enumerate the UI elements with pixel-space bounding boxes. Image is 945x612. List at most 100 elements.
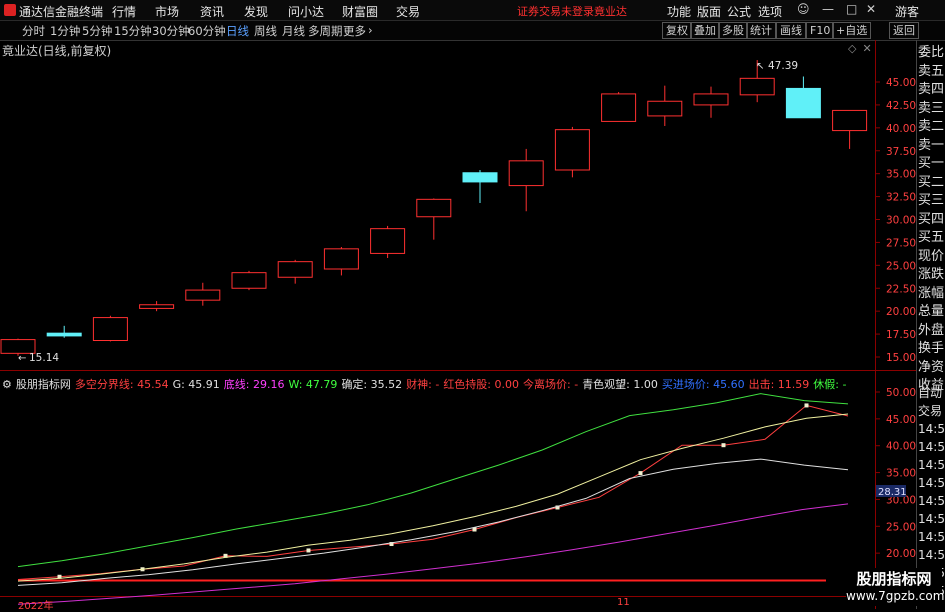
trade-sidebar-item[interactable]: 14:56 xyxy=(918,546,945,564)
sidebar-item[interactable]: 外盘 xyxy=(918,322,945,341)
sidebar-item[interactable]: 卖五 xyxy=(918,63,945,82)
trade-sidebar-item[interactable]: 交易 xyxy=(918,402,945,420)
watermark-line2: www.7gpzb.com xyxy=(846,589,945,603)
trade-sidebar-item[interactable]: 14:56 xyxy=(918,456,945,474)
candle-body[interactable] xyxy=(231,272,267,289)
series-line xyxy=(17,404,849,580)
sidebar-item[interactable]: 买五 xyxy=(918,229,945,248)
series-line xyxy=(17,503,849,605)
indicator-value: 青色观望: 1.00 xyxy=(582,378,658,391)
candle-body[interactable] xyxy=(139,304,175,309)
candle-body[interactable] xyxy=(185,289,221,301)
series-line xyxy=(17,458,849,586)
sidebar-item[interactable]: 卖四 xyxy=(918,81,945,100)
sidebar-item[interactable]: 委比 xyxy=(918,44,945,63)
month-label: 11 xyxy=(617,597,630,608)
trade-sidebar-item[interactable]: 自动 xyxy=(918,384,945,402)
indicator-value: 休假: - xyxy=(813,378,847,391)
high-arrow-icon: ↖ xyxy=(756,61,764,72)
price-tick-label: 40.00 xyxy=(886,123,916,135)
candle-body[interactable] xyxy=(323,248,359,270)
series-marker xyxy=(721,443,726,448)
series-marker xyxy=(638,471,643,476)
indicator-value: 出击: 11.59 xyxy=(748,378,810,391)
candle-body[interactable] xyxy=(832,109,868,132)
series-marker xyxy=(306,548,311,553)
sidebar-item[interactable]: 换手 xyxy=(918,340,945,359)
price-tick-label: 15.00 xyxy=(886,352,916,364)
indicator-series xyxy=(17,393,849,605)
candle-body[interactable] xyxy=(693,93,729,106)
watermark-line1: 股朋指标网 xyxy=(856,570,932,588)
ind-tick-label: 50.00 xyxy=(886,387,916,399)
candle-body[interactable] xyxy=(46,332,82,337)
price-tick-label: 17.50 xyxy=(886,329,916,341)
price-tick-label: 42.50 xyxy=(886,100,916,112)
sidebar-item[interactable]: 现价 xyxy=(918,248,945,267)
candle-body[interactable] xyxy=(554,129,590,171)
low-price-label: 15.14 xyxy=(29,352,59,364)
kline-chart[interactable]: 45.00 42.50 40.00 37.50 35.00 32.50 30.00 27.50… xyxy=(0,0,945,609)
price-axis: 45.00 42.50 40.00 37.50 35.00 32.50 30.00 27.50… xyxy=(875,77,916,364)
sidebar-item[interactable]: 涨跌 xyxy=(918,266,945,285)
candle-body[interactable] xyxy=(416,198,452,218)
sidebar-item[interactable]: 买四 xyxy=(918,211,945,230)
indicator-title: ⚙ 股朋指标网 多空分界线: 45.54 G: 45.91 底线: 29.16 W: 47… xyxy=(2,376,854,392)
indicator-value: 今离场价: - xyxy=(523,378,579,391)
trade-sidebar-item[interactable]: 14:56 xyxy=(918,438,945,456)
indicator-value: W: 47.79 xyxy=(288,378,338,391)
series-line xyxy=(17,413,849,582)
sidebar-item[interactable]: 买一 xyxy=(918,155,945,174)
sidebar-item[interactable]: 净资 xyxy=(918,359,945,378)
price-tick-label: 35.00 xyxy=(886,169,916,181)
candle-body[interactable] xyxy=(370,228,406,254)
indicator-value: 多空分界线: 45.54 xyxy=(74,378,169,391)
candle-body[interactable] xyxy=(92,317,128,342)
ind-tick-label: 35.00 xyxy=(886,468,916,480)
ind-tick-label: 40.00 xyxy=(886,441,916,453)
year-label: 2022年 xyxy=(18,601,54,612)
price-tick-label: 32.50 xyxy=(886,192,916,204)
candle-body[interactable] xyxy=(277,261,313,278)
candle-body[interactable] xyxy=(508,160,544,187)
indicator-value: 确定: 35.52 xyxy=(341,378,403,391)
trade-sidebar-item[interactable]: 14:56 xyxy=(918,492,945,510)
candle-body[interactable] xyxy=(785,87,821,119)
ind-tick-label: 25.00 xyxy=(886,521,916,533)
indicator-gear-icon[interactable]: ⚙ xyxy=(2,378,12,391)
trade-sidebar-item[interactable]: 14:56 xyxy=(918,510,945,528)
indicator-value: G: 45.91 xyxy=(172,378,220,391)
trade-sidebar-item[interactable]: 14:56 xyxy=(918,474,945,492)
trade-sidebar-item[interactable]: 14:56 xyxy=(918,528,945,546)
sidebar-item[interactable]: 卖三 xyxy=(918,100,945,119)
sidebar-item[interactable]: 涨幅 xyxy=(918,285,945,304)
watermark: 股朋指标网 www.7gpzb.com xyxy=(846,568,945,606)
sidebar-item[interactable]: 卖一 xyxy=(918,137,945,156)
indicator-name[interactable]: 股朋指标网 xyxy=(16,378,71,391)
indicator-value: 财神: - xyxy=(406,378,440,391)
sidebar-item[interactable]: 总量 xyxy=(918,303,945,322)
series-line xyxy=(17,393,849,568)
indicator-value: 底线: 29.16 xyxy=(223,378,285,391)
price-tick-label: 27.50 xyxy=(886,237,916,249)
current-value-label: 28.31 xyxy=(878,487,907,498)
price-tick-label: 45.00 xyxy=(886,77,916,89)
price-tick-label: 25.00 xyxy=(886,260,916,272)
sidebar-item[interactable]: 买三 xyxy=(918,192,945,211)
price-tick-label: 30.00 xyxy=(886,215,916,227)
candle-body[interactable] xyxy=(601,93,637,122)
price-tick-label: 37.50 xyxy=(886,146,916,158)
candle-body[interactable] xyxy=(647,100,683,117)
indicator-value: 买进场价: 45.60 xyxy=(661,378,745,391)
indicator-value: 红色持股: 0.00 xyxy=(443,378,520,391)
price-tick-label: 22.50 xyxy=(886,283,916,295)
candles xyxy=(0,60,868,356)
sidebar-item[interactable]: 买二 xyxy=(918,174,945,193)
candle-body[interactable] xyxy=(739,77,775,96)
trade-sidebar-item[interactable]: 14:56 xyxy=(918,420,945,438)
sidebar-item[interactable]: 卖二 xyxy=(918,118,945,137)
ind-tick-label: 45.00 xyxy=(886,414,916,426)
candle-body[interactable] xyxy=(462,172,498,183)
ind-tick-label: 20.00 xyxy=(886,548,916,560)
series-marker xyxy=(804,403,809,408)
